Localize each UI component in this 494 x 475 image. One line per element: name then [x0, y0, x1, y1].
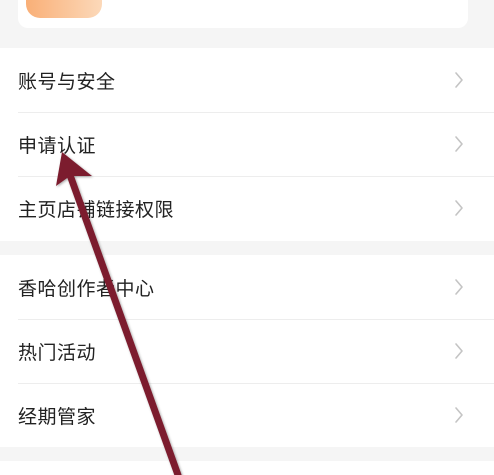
settings-item-account-security[interactable]: 账号与安全 — [0, 48, 494, 112]
settings-item-label: 申请认证 — [18, 134, 97, 157]
settings-group-next-partial — [0, 461, 494, 475]
chevron-right-icon — [452, 197, 466, 219]
settings-item-label: 主页店铺链接权限 — [18, 198, 175, 221]
settings-item-label: 经期管家 — [18, 405, 97, 428]
settings-item-label: 账号与安全 — [18, 70, 116, 93]
profile-banner-gradient — [26, 0, 102, 18]
settings-item-apply-certification[interactable]: 申请认证 — [0, 112, 494, 176]
settings-group-account: 账号与安全 申请认证 主页店铺链接权限 — [0, 48, 494, 241]
chevron-right-icon — [452, 404, 466, 426]
settings-group-features: 香哈创作者中心 热门活动 经期管家 — [0, 255, 494, 447]
settings-item-label: 热门活动 — [18, 341, 97, 364]
settings-item-hot-events[interactable]: 热门活动 — [0, 319, 494, 383]
settings-item-period-manager[interactable]: 经期管家 — [0, 383, 494, 447]
settings-item-creator-center[interactable]: 香哈创作者中心 — [0, 255, 494, 319]
chevron-right-icon — [452, 276, 466, 298]
settings-item-shop-link-permission[interactable]: 主页店铺链接权限 — [0, 176, 494, 240]
chevron-right-icon — [452, 340, 466, 362]
settings-page: 账号与安全 申请认证 主页店铺链接权限 香哈创作者中心 热门活动 经期管家 — [0, 0, 494, 475]
chevron-right-icon — [452, 69, 466, 91]
header-area — [0, 0, 494, 40]
profile-card-partial[interactable] — [18, 0, 468, 28]
chevron-right-icon — [452, 133, 466, 155]
settings-item-label: 香哈创作者中心 — [18, 277, 155, 300]
